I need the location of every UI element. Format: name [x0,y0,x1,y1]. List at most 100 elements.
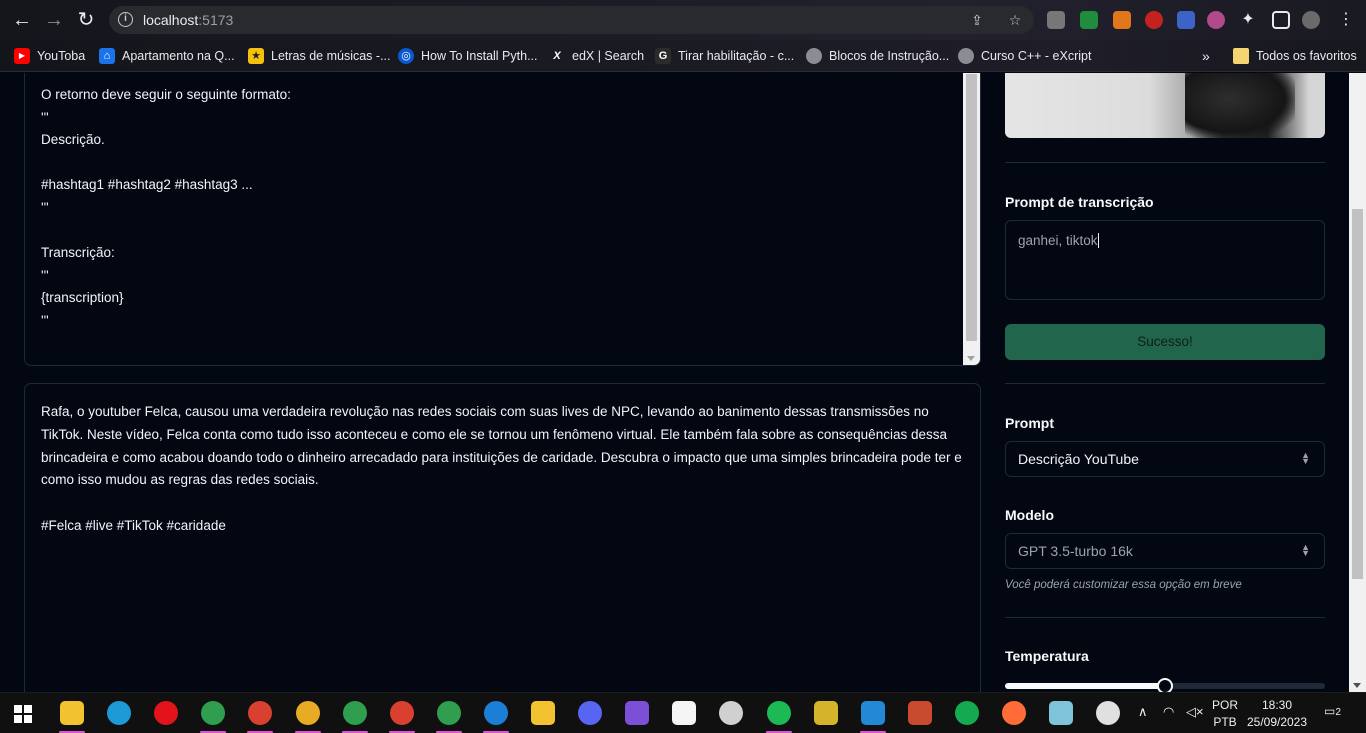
edge-icon[interactable] [107,701,131,725]
temperature-slider-thumb[interactable] [1157,678,1173,692]
windows-start-icon[interactable] [14,705,32,723]
extensions-puzzle-icon[interactable]: ✦ [1236,8,1260,32]
prompt-textarea[interactable]: O retorno deve seguir o seguinte formato… [24,73,981,366]
prompt-select-value: Descrição YouTube [1018,451,1139,467]
media-player-icon[interactable] [1096,701,1120,725]
opera-icon[interactable] [154,701,178,725]
tray-chevron-up-icon[interactable]: ∧ [1138,704,1148,720]
forward-icon[interactable]: → [42,8,66,32]
url-port: :5173 [198,12,234,28]
house-icon: ⌂ [99,48,115,64]
divider [1005,383,1325,384]
capcut-icon[interactable] [672,701,696,725]
notification-count: 2 [1335,707,1341,718]
extension-icon-4[interactable] [1145,11,1163,29]
prompt-select[interactable]: Descrição YouTube ▲ ▼ [1005,441,1325,477]
notification-center-icon[interactable]: ▭2 [1324,704,1341,718]
bookmark-curso-cpp[interactable]: Curso C++ - eXcript [958,47,1091,65]
result-text[interactable]: Rafa, o youtuber Felca, causou uma verda… [41,401,967,538]
url-text[interactable]: localhost:5173 [143,12,233,28]
taskbar: ∧ ◠ ◁× POR PTB 18:30 25/09/2023 ▭2 [0,692,1366,733]
bookmarks-bar: ▶ YouToba ⌂ Apartamento na Q... ★ Letras de… [0,40,1366,72]
clapper-icon[interactable] [625,701,649,725]
scroll-down-arrow-icon[interactable] [967,356,975,361]
chrome-icon[interactable] [201,701,225,725]
url-host: localhost [143,12,199,28]
bookmark-apartamento[interactable]: ⌂ Apartamento na Q... [99,47,235,65]
profile-avatar[interactable] [1302,11,1320,29]
bookmark-letras[interactable]: ★ Letras de músicas -... [248,47,391,65]
model-label: Modelo [1005,507,1054,523]
reload-icon[interactable]: ↻ [74,8,98,32]
scroll-down-arrow-icon[interactable] [1353,683,1361,688]
chrome-profile-3-icon[interactable] [343,701,367,725]
clock-time: 18:30 [1261,698,1293,712]
prompt-label: Prompt [1005,415,1054,431]
side-panel-icon[interactable] [1272,11,1290,29]
transcription-prompt-input[interactable]: ganhei, tiktok [1005,220,1325,300]
transcription-prompt-value: ganhei, tiktok [1018,233,1098,248]
bookmark-label: YouToba [37,49,86,63]
spotify-icon[interactable] [767,701,791,725]
chrome-profile-5-icon[interactable] [437,701,461,725]
model-hint: Você poderá customizar essa opção em bre… [1005,579,1242,591]
bee-app-icon[interactable] [531,701,555,725]
address-bar[interactable]: i localhost:5173 ⇪ ☆ [109,6,1034,34]
bookmark-label: How To Install Pyth... [421,49,538,63]
discord-icon[interactable] [578,701,602,725]
digitalocean-icon: ◎ [398,48,414,64]
temperature-slider[interactable] [1005,678,1325,692]
wifi-icon[interactable]: ◠ [1163,704,1174,720]
prompt-scrollbar-thumb[interactable] [966,74,977,341]
bookmark-blocos[interactable]: Blocos de Instrução... [806,47,949,65]
speaker-muted-icon[interactable]: ◁× [1186,704,1204,720]
chevron-updown-icon: ▲ ▼ [1301,450,1310,466]
clock-date: 25/09/2023 [1246,715,1308,729]
notepad-app-icon[interactable] [1049,701,1073,725]
success-button[interactable]: Sucesso! [1005,324,1325,360]
prompt-text[interactable]: O retorno deve seguir o seguinte formato… [41,84,951,333]
site-info-icon[interactable]: i [118,12,133,27]
chrome-profile-f-icon[interactable] [390,701,414,725]
clock[interactable]: 18:30 25/09/2023 [1245,698,1309,729]
more-bookmarks-chevron-icon[interactable]: » [1202,47,1210,65]
chevron-updown-icon: ▲ ▼ [1301,542,1310,558]
language-bottom: PTB [1213,715,1237,729]
chrome-profile-a2-icon[interactable] [484,701,508,725]
m-app-icon[interactable] [814,701,838,725]
bookmark-label: Letras de músicas -... [271,49,391,63]
video-thumbnail [1005,73,1325,138]
bookmark-edx[interactable]: XedX | Search [549,47,644,65]
extension-icon-2[interactable] [1080,11,1098,29]
result-textarea[interactable]: Rafa, o youtuber Felca, causou uma verda… [24,383,981,692]
model-select-value: GPT 3.5-turbo 16k [1018,543,1133,559]
bookmark-habilitacao[interactable]: G Tirar habilitação - c... [655,47,794,65]
prompt-scrollbar[interactable] [963,73,980,365]
metamask-icon[interactable] [1113,11,1131,29]
git-app-icon[interactable] [908,701,932,725]
mongodb-icon[interactable] [955,701,979,725]
bookmark-install-python[interactable]: ◎ How To Install Pyth... [398,47,538,65]
bookmark-star-icon[interactable]: ☆ [1006,11,1024,29]
share-icon[interactable]: ⇪ [968,11,986,29]
page-scrollbar[interactable] [1349,73,1366,692]
bookmark-label: Blocos de Instrução... [829,49,950,63]
language-indicator[interactable]: POR PTB [1212,698,1238,729]
all-bookmarks-folder[interactable]: Todos os favoritos [1233,47,1357,65]
extension-icon-6[interactable] [1207,11,1225,29]
bookmark-label: Tirar habilitação - c... [678,49,795,63]
bookmark-youtoba[interactable]: ▶ YouToba [14,47,85,65]
menu-kebab-icon[interactable]: ⋮ [1334,8,1358,32]
chrome-profile-2-icon[interactable] [296,701,320,725]
back-icon[interactable]: ← [10,8,34,32]
chrome-profile-a-icon[interactable] [248,701,272,725]
extension-icon-5[interactable] [1177,11,1195,29]
vscode-icon[interactable] [861,701,885,725]
page-scrollbar-thumb[interactable] [1352,209,1363,579]
obs-icon[interactable] [719,701,743,725]
postman-icon[interactable] [1002,701,1026,725]
model-select[interactable]: GPT 3.5-turbo 16k ▲ ▼ [1005,533,1325,569]
file-explorer-icon[interactable] [60,701,84,725]
bookmark-label: edX | Search [572,49,645,63]
extension-icon-1[interactable] [1047,11,1065,29]
